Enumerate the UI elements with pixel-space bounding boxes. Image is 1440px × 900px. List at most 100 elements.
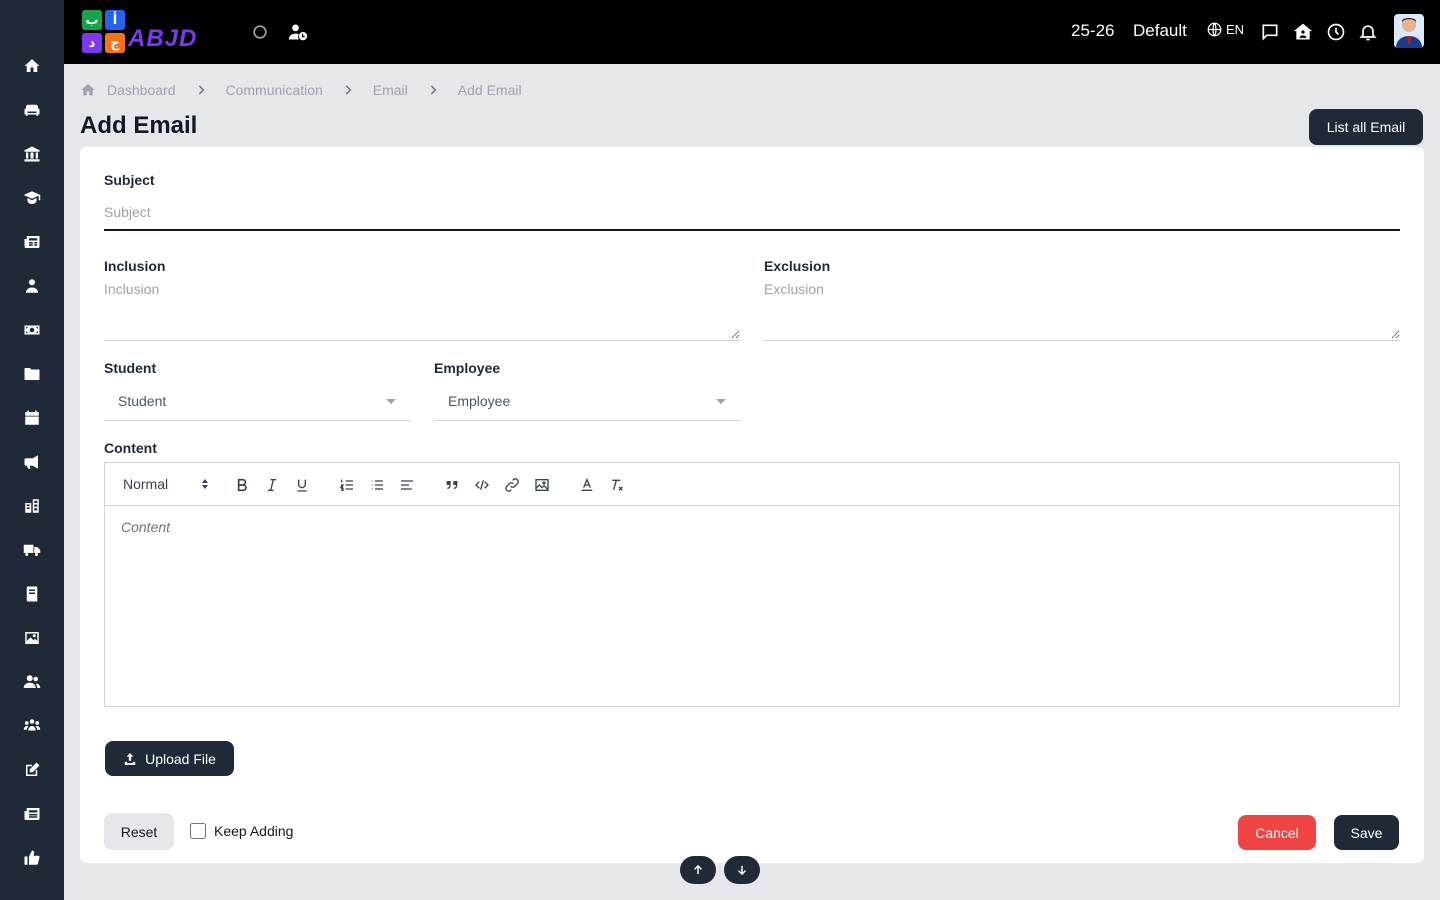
keep-adding[interactable]: Keep Adding — [190, 823, 293, 839]
scroll-down-button[interactable] — [724, 856, 760, 884]
keep-adding-checkbox[interactable] — [190, 823, 206, 839]
sidebar-item-book[interactable] — [0, 572, 64, 616]
bold-icon — [237, 478, 247, 492]
subject-input[interactable] — [104, 201, 1400, 223]
sidebar-item-image[interactable] — [0, 616, 64, 660]
home-icon — [24, 59, 40, 72]
user-avatar[interactable] — [1394, 14, 1424, 48]
bullet-list-icon — [371, 480, 383, 490]
blockquote-button[interactable] — [441, 474, 463, 496]
breadcrumb-email[interactable]: Email — [373, 82, 408, 98]
sidebar-item-users[interactable] — [0, 660, 64, 704]
loading-circle-icon[interactable] — [248, 20, 272, 44]
text-color-icon — [581, 477, 593, 491]
inclusion-textarea[interactable] — [104, 281, 740, 339]
inclusion-label: Inclusion — [104, 258, 166, 274]
logo-tile: ب — [82, 10, 102, 30]
keep-adding-label: Keep Adding — [214, 823, 294, 839]
breadcrumb-dashboard[interactable]: Dashboard — [107, 82, 176, 98]
subject-underline — [104, 229, 1400, 231]
cancel-button[interactable]: Cancel — [1238, 815, 1316, 850]
sidebar-item-edit[interactable] — [0, 748, 64, 792]
clock-icon[interactable] — [1324, 20, 1348, 44]
session-year[interactable]: 25-26 — [1071, 21, 1114, 41]
subject-label: Subject — [104, 172, 155, 188]
text-color-button[interactable] — [576, 474, 598, 496]
user-clock-icon[interactable] — [286, 20, 310, 44]
sidebar-item-thumbs-up[interactable] — [0, 836, 64, 880]
sidebar-item-user-tie[interactable] — [0, 264, 64, 308]
sidebar-item-group[interactable] — [0, 704, 64, 748]
sidebar-item-bank[interactable] — [0, 132, 64, 176]
save-button[interactable]: Save — [1334, 815, 1399, 850]
arrow-down-icon — [737, 865, 747, 876]
underline-button[interactable] — [291, 474, 313, 496]
sidebar-item-graduate[interactable] — [0, 176, 64, 220]
align-button[interactable] — [396, 474, 418, 496]
language-label: EN — [1226, 22, 1245, 37]
home-icon[interactable] — [80, 82, 96, 98]
book-icon — [26, 586, 38, 602]
group-icon — [23, 719, 41, 731]
bell-icon[interactable] — [1356, 20, 1380, 44]
user-tie-icon — [26, 279, 38, 293]
truck-icon — [23, 544, 41, 556]
content-editor-body[interactable]: Content — [121, 519, 170, 535]
scroll-up-button[interactable] — [680, 856, 716, 884]
topbar: ب أ د ج ABJD 25-26 Default EN — [64, 0, 1440, 64]
upload-file-button[interactable]: Upload File — [105, 741, 234, 776]
home-user-icon[interactable] — [1291, 20, 1315, 44]
exclusion-underline — [764, 340, 1400, 341]
chevron-right-icon — [341, 83, 355, 97]
upload-icon — [124, 752, 136, 765]
sidebar-item-newspaper[interactable] — [0, 220, 64, 264]
logo-tile: أ — [105, 10, 125, 30]
sidebar-item-truck[interactable] — [0, 528, 64, 572]
sidebar-item-money[interactable] — [0, 308, 64, 352]
student-select[interactable]: Student — [104, 382, 410, 420]
student-label: Student — [104, 360, 157, 376]
folder-icon — [24, 368, 40, 380]
chat-icon[interactable] — [1258, 20, 1282, 44]
bold-button[interactable] — [231, 474, 253, 496]
format-select[interactable]: Normal — [123, 476, 209, 492]
ordered-list-button[interactable] — [336, 474, 358, 496]
insert-image-button[interactable] — [531, 474, 553, 496]
bullet-list-button[interactable] — [366, 474, 388, 496]
sidebar-item-sofa[interactable] — [0, 88, 64, 132]
sidebar-item-home[interactable] — [0, 44, 64, 88]
school-icon — [25, 499, 39, 513]
sidebar-item-megaphone[interactable] — [0, 440, 64, 484]
sidebar-item-folder[interactable] — [0, 352, 64, 396]
sidebar — [0, 0, 64, 900]
student-select-value: Student — [118, 393, 167, 409]
exclusion-textarea[interactable] — [764, 281, 1400, 339]
align-left-icon — [401, 480, 413, 490]
calendar-icon — [25, 410, 39, 425]
globe-icon — [1207, 22, 1222, 37]
sidebar-item-news[interactable] — [0, 792, 64, 836]
sidebar-item-calendar[interactable] — [0, 396, 64, 440]
reset-button[interactable]: Reset — [104, 813, 174, 850]
exclusion-label: Exclusion — [764, 258, 831, 274]
link-button[interactable] — [501, 474, 523, 496]
clear-format-button[interactable] — [606, 474, 628, 496]
code-button[interactable] — [471, 474, 493, 496]
edit-icon — [26, 762, 40, 776]
list-all-email-button[interactable]: List all Email — [1309, 109, 1423, 145]
language-selector[interactable]: EN — [1207, 22, 1244, 37]
breadcrumb-communication[interactable]: Communication — [226, 82, 323, 98]
caret-down-icon — [716, 399, 726, 404]
users-icon — [23, 675, 41, 688]
editor-toolbar: Normal — [105, 463, 1399, 506]
content-label: Content — [104, 440, 157, 456]
profile-name[interactable]: Default — [1133, 21, 1187, 41]
abjd-logo[interactable]: ب أ د ج ABJD — [80, 8, 225, 56]
employee-select[interactable]: Employee — [434, 382, 740, 420]
italic-button[interactable] — [261, 474, 283, 496]
sidebar-item-school[interactable] — [0, 484, 64, 528]
italic-icon — [268, 479, 276, 491]
code-icon — [475, 480, 489, 490]
newspaper-icon — [24, 236, 40, 248]
image-icon — [25, 632, 39, 644]
